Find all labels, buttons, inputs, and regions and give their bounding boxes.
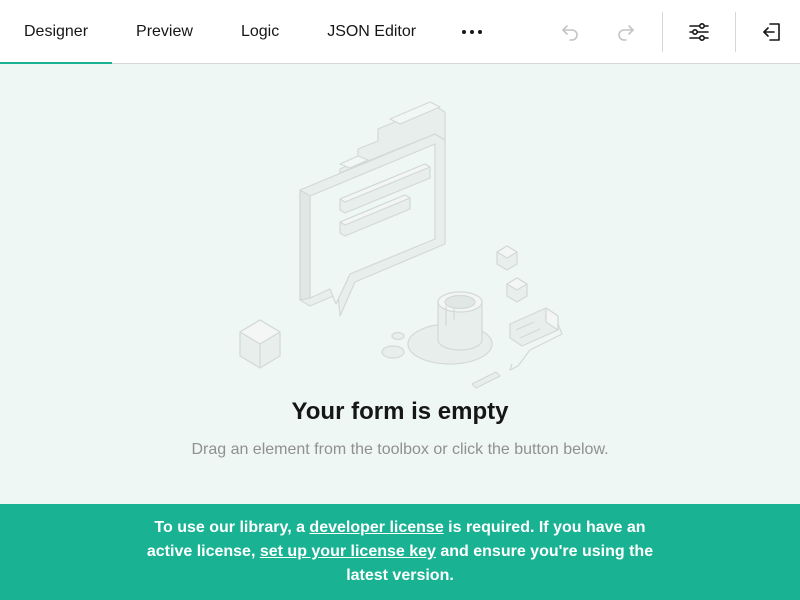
exit-button[interactable] xyxy=(744,0,800,63)
empty-state-title: Your form is empty xyxy=(291,398,509,425)
undo-icon xyxy=(562,24,578,41)
more-tabs-button[interactable] xyxy=(440,0,504,63)
license-key-link[interactable]: set up your license key xyxy=(260,543,436,560)
tab-logic[interactable]: Logic xyxy=(217,0,303,63)
toolbar-divider xyxy=(735,11,736,52)
redo-button[interactable] xyxy=(598,0,654,63)
top-toolbar: Designer Preview Logic JSON Editor xyxy=(0,0,800,64)
redo-icon xyxy=(618,24,634,41)
license-banner-text: To use our library, a developer license … xyxy=(146,519,654,584)
tab-bar: Designer Preview Logic JSON Editor xyxy=(0,0,504,64)
empty-form-illustration xyxy=(239,101,563,389)
tab-preview[interactable]: Preview xyxy=(112,0,217,63)
toolbar-divider xyxy=(662,11,663,52)
more-horizontal-icon xyxy=(462,29,467,34)
empty-state-subtitle: Drag an element from the toolbox or clic… xyxy=(191,441,609,458)
design-surface: Your form is empty Drag an element from … xyxy=(0,64,800,504)
tab-designer[interactable]: Designer xyxy=(0,0,113,64)
developer-license-link[interactable]: developer license xyxy=(309,519,443,536)
settings-sliders-icon xyxy=(689,22,709,41)
license-banner: To use our library, a developer license … xyxy=(0,504,800,600)
undo-button[interactable] xyxy=(542,0,598,63)
tab-json-editor[interactable]: JSON Editor xyxy=(303,0,440,63)
toolbar-actions xyxy=(542,0,800,63)
settings-button[interactable] xyxy=(671,0,727,63)
exit-icon xyxy=(763,22,780,41)
